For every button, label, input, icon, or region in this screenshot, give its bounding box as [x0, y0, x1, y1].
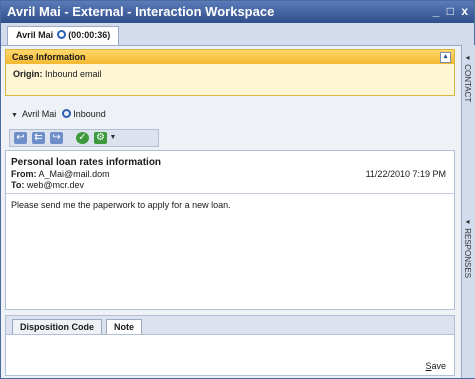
party-bar[interactable]: ▼ Avril Mai Inbound [5, 104, 455, 124]
collapse-icon[interactable]: ▴ [440, 52, 451, 63]
side-panel: ◂ CONTACT ◂ RESPONSES [461, 45, 475, 378]
tab-note[interactable]: Note [106, 319, 142, 334]
reply-icon[interactable]: ↩ [14, 132, 27, 144]
interaction-tab[interactable]: Avril Mai (00:00:36) [7, 26, 120, 45]
origin-label: Origin: [13, 69, 43, 79]
party-name: Avril Mai [21, 109, 57, 119]
from-address[interactable]: A_Mai@mail.dom [39, 169, 110, 179]
side-tab-contact-label: CONTACT [463, 64, 472, 103]
side-tab-responses-label: RESPONSES [463, 228, 472, 279]
disposition-panel: Disposition Code Note Save [5, 315, 455, 376]
case-information-header[interactable]: Case Information ▴ [6, 50, 454, 64]
header-divider [6, 193, 454, 194]
timer-icon [57, 30, 67, 39]
side-tab-contact[interactable]: ◂ CONTACT [463, 53, 472, 102]
email-view: Personal loan rates information From: A_… [5, 150, 455, 310]
email-from: From: A_Mai@mail.dom [11, 169, 110, 179]
interaction-tab-strip: Avril Mai (00:00:36) [1, 23, 474, 46]
to-label: To: [11, 180, 25, 190]
email-date: 11/22/2010 7:19 PM [365, 169, 446, 179]
origin-value: Inbound email [45, 69, 102, 79]
to-address[interactable]: web@mcr.dev [27, 180, 84, 190]
chevron-left-icon: ◂ [463, 217, 472, 226]
chevron-down-icon[interactable]: ▼ [109, 132, 117, 144]
from-label: From: [11, 169, 37, 179]
email-to: To: web@mcr.dev [11, 180, 84, 190]
inbound-status-icon [62, 109, 72, 118]
more-actions-icon[interactable]: ⚙ [94, 132, 107, 144]
case-information-title: Case Information [12, 52, 86, 62]
window-title: Avril Mai - External - Interaction Works… [7, 4, 275, 19]
title-bar[interactable]: Avril Mai - External - Interaction Works… [1, 1, 474, 23]
interaction-window: Avril Mai - External - Interaction Works… [0, 0, 475, 379]
party-direction: Inbound [73, 109, 106, 119]
window-controls[interactable]: _ □ x [433, 4, 470, 18]
save-button[interactable]: Save [425, 361, 446, 371]
email-toolbar: ↩ ⇇ ↪ ✓ ⚙ ▼ [9, 129, 159, 147]
chevron-left-icon: ◂ [463, 53, 472, 62]
done-icon[interactable]: ✓ [76, 132, 89, 144]
case-origin: Origin: Inbound email [6, 64, 454, 79]
email-body[interactable]: Please send me the paperwork to apply fo… [11, 200, 231, 210]
interaction-timer: (00:00:36) [68, 30, 111, 40]
side-tab-responses[interactable]: ◂ RESPONSES [463, 217, 472, 278]
workspace-main: Case Information ▴ Origin: Inbound email… [5, 49, 455, 376]
reply-all-icon[interactable]: ⇇ [32, 132, 45, 144]
forward-icon[interactable]: ↪ [50, 132, 63, 144]
disposition-tab-strip: Disposition Code Note [6, 316, 454, 335]
tab-disposition-code[interactable]: Disposition Code [12, 319, 102, 334]
chevron-down-icon[interactable]: ▼ [11, 112, 18, 119]
email-subject: Personal loan rates information [11, 157, 162, 168]
case-information-panel: Case Information ▴ Origin: Inbound email [5, 49, 455, 96]
interaction-tab-name: Avril Mai [16, 30, 54, 40]
